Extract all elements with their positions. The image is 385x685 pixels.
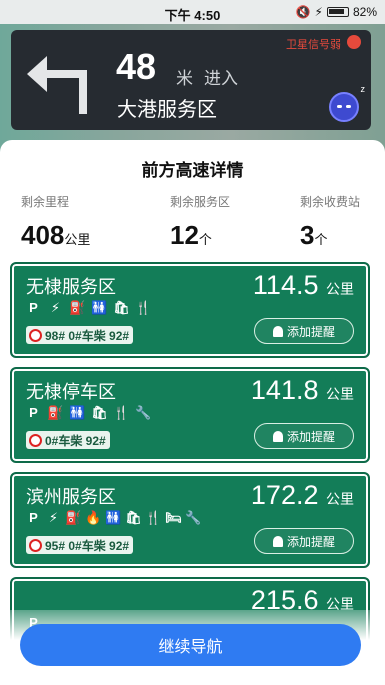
hotel-icon: 🛏 [165,510,182,525]
bell-icon [272,325,283,337]
amenity-icons: P ⛽ 🚻 🛍 🍴 🔧 [26,405,151,420]
fuel-types-tag: 0#车柴 92# [26,431,110,449]
charging-icon: ⚡ [48,510,59,525]
distance-unit: 公里 [326,281,354,297]
stat-value: 408 [21,220,65,250]
battery-icon [326,7,349,17]
shop-icon: 🛍 [91,405,108,420]
stat-remaining-distance: 剩余里程 408公里 [21,193,90,251]
add-reminder-label: 添加提醒 [286,324,335,339]
sinopec-logo-icon [29,538,42,552]
stat-label: 剩余服务区 [170,195,231,209]
parking-icon: P [29,510,38,525]
highway-detail-sheet: 前方高速详情 剩余里程 408公里 剩余服务区 12个 剩余收费站 3个 无棣服… [0,140,385,685]
parking-icon: P [29,405,38,420]
stat-remaining-service-areas: 剩余服务区 12个 [170,193,230,251]
fuel-icon: ⛽ [47,405,64,420]
distance-unit: 公里 [326,386,354,402]
shop-icon: 🛍 [125,510,142,525]
fuel-icon: ⛽ [69,300,86,315]
satellite-icon [347,35,361,49]
service-area-distance: 141.8 [250,375,319,405]
sinopec-logo-icon [29,433,42,447]
stat-value: 3 [300,220,315,250]
repair-icon: 🔧 [185,510,202,525]
gps-status: 卫星信号弱 [286,39,341,51]
charging-icon: ⚡ [50,300,61,315]
battery-percent: 82% [352,5,377,19]
fuel-types: 0#车柴 92# [45,433,106,448]
add-reminder-button[interactable]: 添加提醒 [254,318,354,344]
stat-unit: 个 [198,232,212,247]
sleep-z-icon: z [360,84,366,94]
service-area-card[interactable]: 无棣服务区 114.5 公里 P ⚡ ⛽ 🚻 🛍 🍴 98# 0#车柴 92# … [10,262,370,358]
turn-left-arrow-icon [27,56,87,114]
add-reminder-button[interactable]: 添加提醒 [254,528,354,554]
restaurant-icon: 🍴 [135,300,152,315]
turn-guidance-card: 48 米 进入 大港服务区 卫星信号弱 z [11,30,371,130]
status-bar: 下午 4:50 🔇 ⚡ 82% [0,0,385,24]
sinopec-logo-icon [29,328,42,342]
status-indicators: 🔇 ⚡ 82% [296,5,377,19]
bell-icon [272,430,283,442]
service-area-distance: 114.5 [252,270,319,300]
assistant-avatar[interactable] [329,92,359,122]
amenity-icons: P ⚡ ⛽ 🚻 🛍 🍴 [26,300,151,315]
turn-distance: 48 [116,46,157,87]
service-area-name: 无棣服务区 [26,277,116,297]
fuel-types-tag: 98# 0#车柴 92# [26,326,134,344]
mute-icon: 🔇 [295,5,311,19]
sheet-title: 前方高速详情 [141,161,244,180]
charging-bolt-icon: ⚡ [314,5,323,19]
stat-label: 剩余里程 [21,195,70,209]
fuel-icon: ⛽ [65,510,82,525]
add-reminder-label: 添加提醒 [286,429,335,444]
stat-value: 12 [170,220,199,250]
continue-navigation-button[interactable]: 继续导航 [20,624,361,666]
stat-remaining-toll-stations: 剩余收费站 3个 [300,193,360,251]
repair-icon: 🔧 [135,405,152,420]
stat-unit: 个 [314,232,328,247]
fuel-types: 95# 0#车柴 92# [45,538,130,553]
restroom-icon: 🚻 [91,300,108,315]
stat-label: 剩余收费站 [300,195,361,209]
amenity-icons: P ⚡ ⛽ 🔥 🚻 🛍 🍴 🛏 🔧 [26,510,201,525]
turn-distance-unit: 米 [176,69,193,88]
service-area-name: 滨州服务区 [26,487,116,507]
turn-action: 进入 [204,69,238,88]
distance-unit: 公里 [326,491,354,507]
service-area-distance: 172.2 [250,480,319,510]
service-area-card[interactable]: 无棣停车区 141.8 公里 P ⛽ 🚻 🛍 🍴 🔧 0#车柴 92# 添加提醒 [10,367,370,463]
add-reminder-button[interactable]: 添加提醒 [254,423,354,449]
fuel-types-tag: 95# 0#车柴 92# [26,536,134,554]
gas-icon: 🔥 [85,510,102,525]
shop-icon: 🛍 [113,300,130,315]
service-area-card[interactable]: 滨州服务区 172.2 公里 P ⚡ ⛽ 🔥 🚻 🛍 🍴 🛏 🔧 95# 0#车… [10,472,370,568]
restaurant-icon: 🍴 [113,405,130,420]
fuel-types: 98# 0#车柴 92# [45,328,130,343]
parking-icon: P [29,300,38,315]
restaurant-icon: 🍴 [145,510,162,525]
turn-target: 大港服务区 [117,99,217,121]
service-area-name: 无棣停车区 [26,382,116,402]
restroom-icon: 🚻 [105,510,122,525]
restroom-icon: 🚻 [69,405,86,420]
bell-icon [272,535,283,547]
add-reminder-label: 添加提醒 [286,534,335,549]
stat-unit: 公里 [64,232,91,247]
